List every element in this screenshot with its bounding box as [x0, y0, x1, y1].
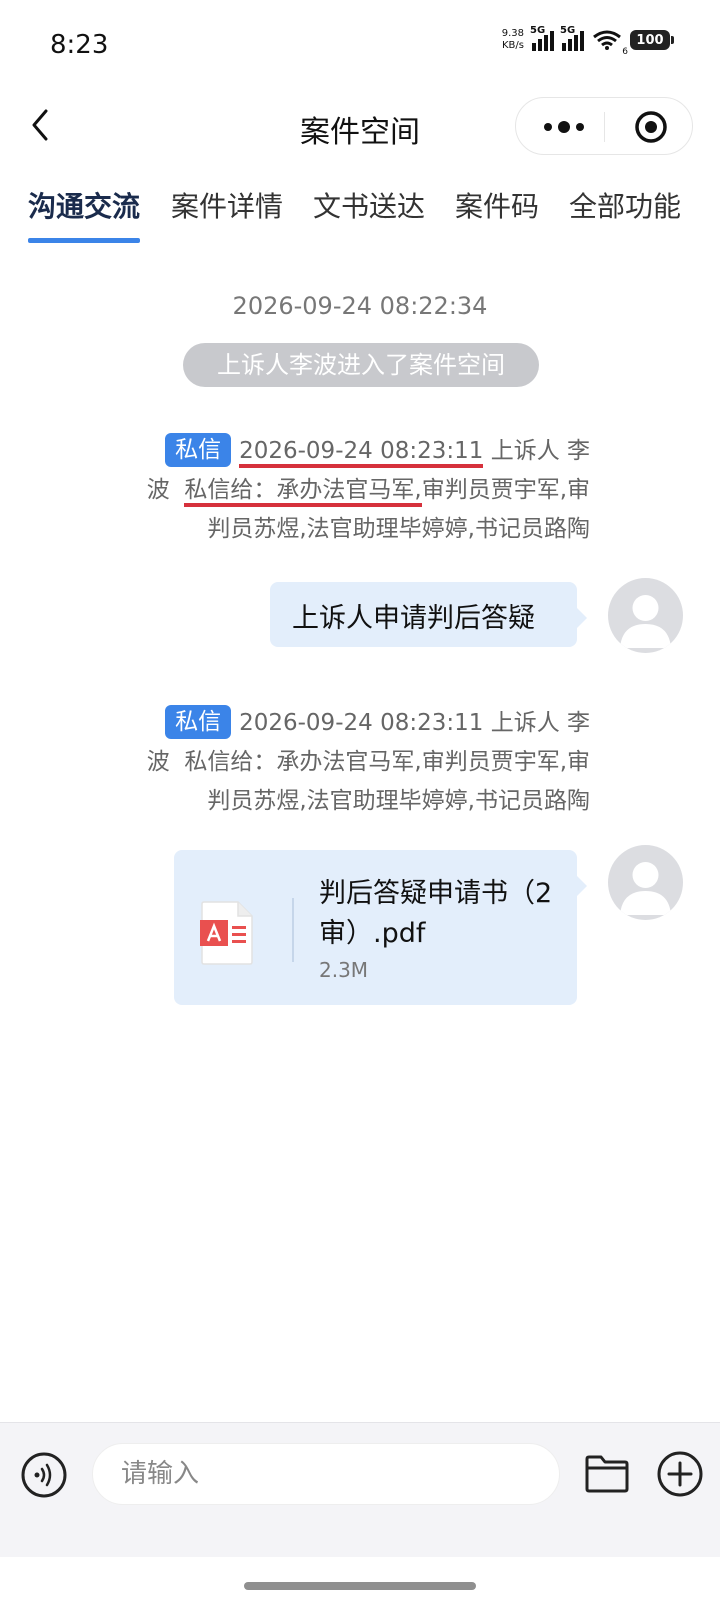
close-mini-program-button[interactable] [626, 108, 676, 146]
message-input[interactable] [92, 1443, 560, 1505]
message-text: 上诉人申请判后答疑 [292, 603, 535, 634]
sender-role: 上诉人 [490, 438, 560, 464]
voice-button[interactable] [20, 1451, 68, 1499]
avatar[interactable] [608, 578, 683, 653]
voice-icon [21, 1452, 67, 1498]
message-timestamp: 2026-09-24 08:23:11 [239, 710, 484, 736]
mini-program-capsule [515, 97, 693, 155]
close-target-icon [635, 111, 667, 143]
recipients-prefix: 私信给：承办法官马军, [184, 749, 422, 775]
system-notice: 上诉人李波进入了案件空间 [183, 343, 539, 387]
active-tab-indicator [28, 238, 140, 243]
add-button[interactable] [655, 1449, 705, 1499]
tab-case-details[interactable]: 案件详情 [171, 185, 283, 225]
tab-document-delivery[interactable]: 文书送达 [313, 185, 425, 225]
avatar[interactable] [608, 845, 683, 920]
user-avatar-icon [620, 862, 671, 915]
private-message-badge: 私信 [165, 705, 232, 739]
recipients-prefix: 私信给：承办法官马军, [184, 477, 422, 507]
message-meta: 私信 2026-09-24 08:23:11 上诉人 李波 私信给：承办法官马军,… [140, 432, 590, 549]
capsule-divider [604, 112, 605, 142]
app-header: 案件空间 [0, 95, 720, 155]
private-message-badge: 私信 [165, 433, 232, 467]
sender-role: 上诉人 [490, 710, 560, 736]
add-circle-icon [657, 1451, 703, 1497]
file-message-bubble[interactable]: 判后答疑申请书（2审）.pdf 2.3M [174, 850, 587, 1005]
status-icons: 9.38 KB/s 5G 5G 6 100 [501, 25, 674, 57]
file-size: 2.3M [319, 958, 369, 982]
input-bar [0, 1422, 720, 1557]
message-timestamp: 2026-09-24 08:23:11 [239, 438, 484, 468]
tab-case-code[interactable]: 案件码 [455, 185, 539, 225]
status-bar: 8:23 9.38 KB/s 5G 5G 6 100 [0, 0, 720, 90]
folder-button[interactable] [583, 1449, 631, 1497]
message-bubble[interactable]: 上诉人申请判后答疑 [270, 582, 587, 647]
message-meta: 私信 2026-09-24 08:23:11 上诉人 李波 私信给：承办法官马军,… [140, 704, 590, 821]
home-indicator[interactable] [244, 1582, 476, 1590]
more-dots-icon [544, 121, 584, 133]
network-speed: 9.38 KB/s [501, 28, 524, 51]
file-divider [292, 898, 294, 962]
signal-icon: 5G [560, 25, 584, 51]
user-avatar-icon [620, 595, 671, 648]
battery-icon: 100 [630, 30, 674, 50]
tab-all-functions[interactable]: 全部功能 [569, 185, 681, 225]
wifi-icon: 6 [592, 29, 628, 57]
system-timestamp: 2026-09-24 08:22:34 [232, 292, 488, 320]
folder-icon [585, 1455, 629, 1493]
file-name: 判后答疑申请书（2审）.pdf [319, 878, 553, 949]
tab-bar: 沟通交流 案件详情 文书送达 案件码 全部功能 [0, 185, 720, 245]
tab-communication[interactable]: 沟通交流 [28, 185, 140, 225]
more-button[interactable] [534, 108, 594, 146]
status-time: 8:23 [50, 30, 109, 60]
signal-icon: 5G [530, 25, 554, 51]
pdf-file-icon [198, 900, 256, 966]
